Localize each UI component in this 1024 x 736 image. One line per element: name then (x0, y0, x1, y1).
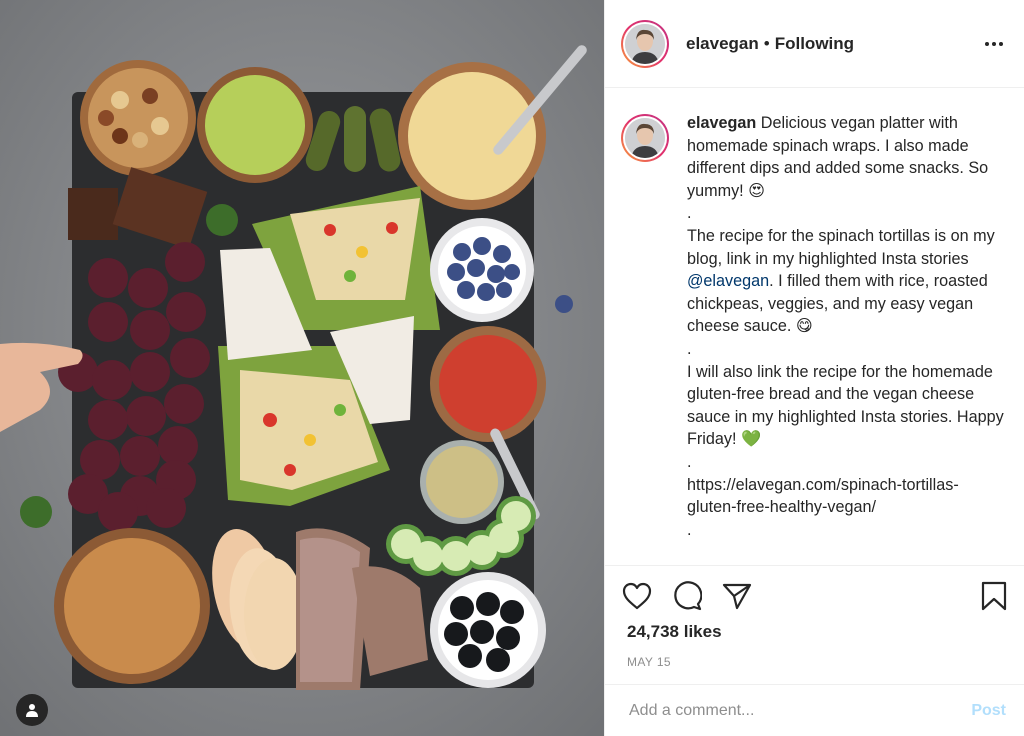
mention-link[interactable]: @elavegan (687, 272, 769, 290)
user-tag-icon[interactable] (16, 694, 48, 726)
bookmark-icon[interactable] (978, 580, 1010, 612)
more-horizontal-icon[interactable] (980, 30, 1008, 58)
comment-input[interactable] (627, 700, 972, 721)
caption-dot-2: . (687, 339, 692, 358)
caption-dot-1: . (687, 204, 692, 223)
caption-url: https://elavegan.com/spinach-tortillas-g… (687, 475, 959, 517)
caption-avatar[interactable] (621, 114, 669, 162)
caption-line-3: I will also link the recipe for the home… (687, 362, 1009, 449)
caption-text: elavegan Delicious vegan platter with ho… (687, 112, 1008, 541)
comment-icon[interactable] (671, 580, 703, 612)
caption-line-2a: The recipe for the spinach tortillas is … (687, 226, 1000, 268)
caption-dot-3: . (687, 452, 692, 471)
caption-row: elavegan Delicious vegan platter with ho… (621, 112, 1008, 541)
caption-dot-4: . (687, 520, 692, 539)
post-image[interactable] (0, 0, 604, 736)
follow-button[interactable]: Following (775, 34, 854, 54)
post-sidebar: elavegan • Following elavegan Delicious … (604, 0, 1024, 736)
share-icon[interactable] (721, 580, 753, 612)
post-button[interactable]: Post (971, 702, 1006, 720)
likes-count[interactable]: 24,738 likes (627, 622, 722, 642)
caption-username[interactable]: elavegan (687, 114, 756, 132)
heart-icon[interactable] (621, 580, 653, 612)
comments-section[interactable]: elavegan Delicious vegan platter with ho… (605, 88, 1024, 566)
header-separator: • (763, 33, 770, 53)
header-username[interactable]: elavegan (686, 34, 759, 54)
add-comment-bar: Post (605, 684, 1024, 736)
avatar[interactable] (621, 19, 669, 68)
post-date[interactable]: MAY 15 (627, 655, 671, 669)
post-header: elavegan • Following (605, 0, 1024, 88)
action-bar (621, 574, 1010, 618)
